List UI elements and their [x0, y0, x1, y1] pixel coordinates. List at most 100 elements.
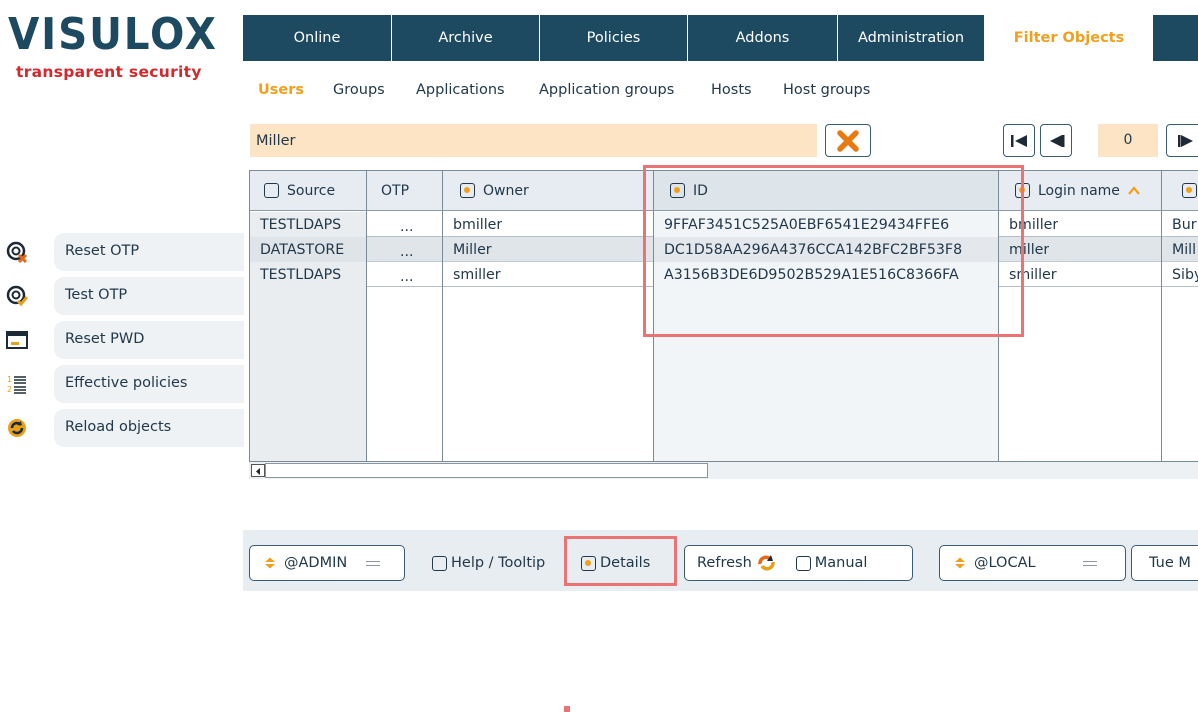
details-toggle[interactable]: Details	[581, 555, 650, 571]
column-checkbox[interactable]	[264, 183, 279, 198]
clear-search-button[interactable]	[825, 124, 871, 157]
column-header-next[interactable]	[1162, 171, 1198, 211]
column-header-id[interactable]: ID	[654, 171, 998, 211]
cell-id[interactable]: 9FFAF3451C525A0EBF6541E29434FFE6	[664, 213, 949, 237]
cell-next[interactable]: Mill	[1172, 238, 1196, 262]
tab-policies[interactable]: Policies	[540, 15, 688, 61]
help-tooltip-checkbox[interactable]	[432, 555, 447, 571]
spinner-arrows-icon	[955, 557, 965, 569]
users-grid: Source OTP Owner ID Login name TESTLDAPS…	[249, 170, 1198, 479]
spinner-arrows-icon	[265, 557, 275, 569]
cell-otp[interactable]: ...	[400, 215, 414, 239]
manual-label: Manual	[814, 555, 868, 571]
column-header-otp[interactable]: OTP	[367, 171, 442, 211]
drag-handle-icon	[366, 560, 381, 566]
reset-otp-action[interactable]: Reset OTP	[6, 233, 244, 271]
help-tooltip-label: Help / Tooltip	[451, 555, 546, 571]
subtab-application-groups[interactable]: Application groups	[539, 82, 674, 98]
effective-policies-action[interactable]: 12 Effective policies	[6, 365, 244, 403]
unused	[564, 706, 570, 712]
reset-otp-label: Reset OTP	[54, 233, 244, 271]
date-display: Tue M	[1131, 545, 1198, 581]
admin-selector[interactable]: @ADMIN	[249, 545, 405, 581]
tab-addons[interactable]: Addons	[688, 15, 838, 61]
column-label: ID	[693, 182, 708, 199]
help-tooltip-toggle[interactable]: Help / Tooltip	[432, 555, 545, 571]
reload-objects-action[interactable]: Reload objects	[6, 409, 244, 447]
manual-checkbox[interactable]	[795, 555, 811, 571]
cell-source[interactable]: TESTLDAPS	[260, 263, 341, 287]
refresh-label[interactable]: Refresh	[697, 555, 752, 571]
column-label: OTP	[381, 182, 410, 199]
otp-reset-icon	[6, 241, 28, 263]
svg-text:2: 2	[7, 385, 12, 394]
cell-id[interactable]: A3156B3DE6D9502B529A1E516C8366FA	[664, 263, 959, 287]
tab-filter-objects[interactable]: Filter Objects	[985, 15, 1153, 61]
tab-archive[interactable]: Archive	[392, 15, 540, 61]
previous-page-icon	[1050, 134, 1065, 147]
column-label: Owner	[483, 182, 529, 199]
column-label: Login name	[1038, 182, 1120, 199]
subtab-groups[interactable]: Groups	[333, 82, 385, 98]
sort-ascending-icon	[1128, 185, 1140, 195]
otp-test-icon	[6, 285, 28, 307]
column-checkbox[interactable]	[460, 183, 475, 198]
column-checkbox[interactable]	[1015, 183, 1030, 198]
scroll-left-button[interactable]	[251, 464, 265, 477]
page-number-field[interactable]: 0	[1098, 124, 1158, 157]
cell-otp[interactable]: ...	[400, 265, 414, 289]
column-header-login-name[interactable]: Login name	[999, 171, 1161, 211]
cell-owner[interactable]: smiller	[453, 263, 501, 287]
reload-icon	[6, 417, 28, 439]
previous-page-button[interactable]	[1040, 124, 1072, 157]
next-page-button[interactable]	[1166, 124, 1198, 157]
drag-handle-icon	[1082, 560, 1097, 566]
column-header-source[interactable]: Source	[250, 171, 366, 211]
admin-selector-label: @ADMIN	[284, 555, 348, 571]
main-tabbar: Online Archive Policies Addons Administr…	[243, 15, 1198, 61]
details-label: Details	[600, 555, 651, 571]
cell-owner[interactable]: Miller	[453, 238, 492, 262]
cell-next[interactable]: Bur	[1172, 213, 1197, 237]
scrollbar-thumb[interactable]	[265, 463, 708, 478]
details-checkbox[interactable]	[581, 555, 596, 571]
tab-online[interactable]: Online	[243, 15, 392, 61]
tab-administration[interactable]: Administration	[838, 15, 985, 61]
subtab-hosts[interactable]: Hosts	[711, 82, 752, 98]
password-card-icon	[6, 329, 28, 351]
local-selector-label: @LOCAL	[974, 555, 1036, 571]
cell-next[interactable]: Siby	[1172, 263, 1198, 287]
refresh-group: Refresh Manual	[684, 545, 913, 581]
subtab-host-groups[interactable]: Host groups	[783, 82, 870, 98]
local-selector[interactable]: @LOCAL	[939, 545, 1126, 581]
first-page-button[interactable]	[1003, 124, 1035, 157]
cell-login-name[interactable]: smiller	[1009, 263, 1057, 287]
horizontal-scrollbar[interactable]	[249, 461, 1198, 479]
cell-otp[interactable]: ...	[400, 240, 414, 264]
column-checkbox[interactable]	[670, 183, 685, 198]
reset-pwd-action[interactable]: Reset PWD	[6, 321, 244, 359]
column-header-owner[interactable]: Owner	[443, 171, 653, 211]
logo-tagline: transparent security	[16, 63, 202, 81]
close-x-icon	[837, 129, 859, 152]
numbered-list-icon: 12	[6, 373, 28, 395]
cell-source[interactable]: DATASTORE	[260, 238, 344, 262]
scroll-left-icon	[256, 468, 260, 475]
cell-owner[interactable]: bmiller	[453, 213, 502, 237]
cell-login-name[interactable]: miller	[1009, 238, 1049, 262]
subtab-applications[interactable]: Applications	[416, 82, 505, 98]
search-input[interactable]	[250, 124, 817, 157]
tab-overflow[interactable]	[1153, 15, 1198, 61]
column-checkbox[interactable]	[1182, 183, 1197, 198]
reset-pwd-label: Reset PWD	[54, 321, 244, 359]
cell-id[interactable]: DC1D58AA296A4376CCA142BFC2BF53F8	[664, 238, 962, 262]
subtab-users[interactable]: Users	[258, 82, 304, 98]
date-label: Tue M	[1149, 555, 1191, 571]
column-label: Source	[287, 182, 336, 199]
reload-objects-label: Reload objects	[54, 409, 244, 447]
svg-text:1: 1	[7, 375, 12, 384]
refresh-icon[interactable]	[756, 554, 778, 572]
test-otp-action[interactable]: Test OTP	[6, 277, 244, 315]
cell-login-name[interactable]: bmiller	[1009, 213, 1058, 237]
cell-source[interactable]: TESTLDAPS	[260, 213, 341, 237]
